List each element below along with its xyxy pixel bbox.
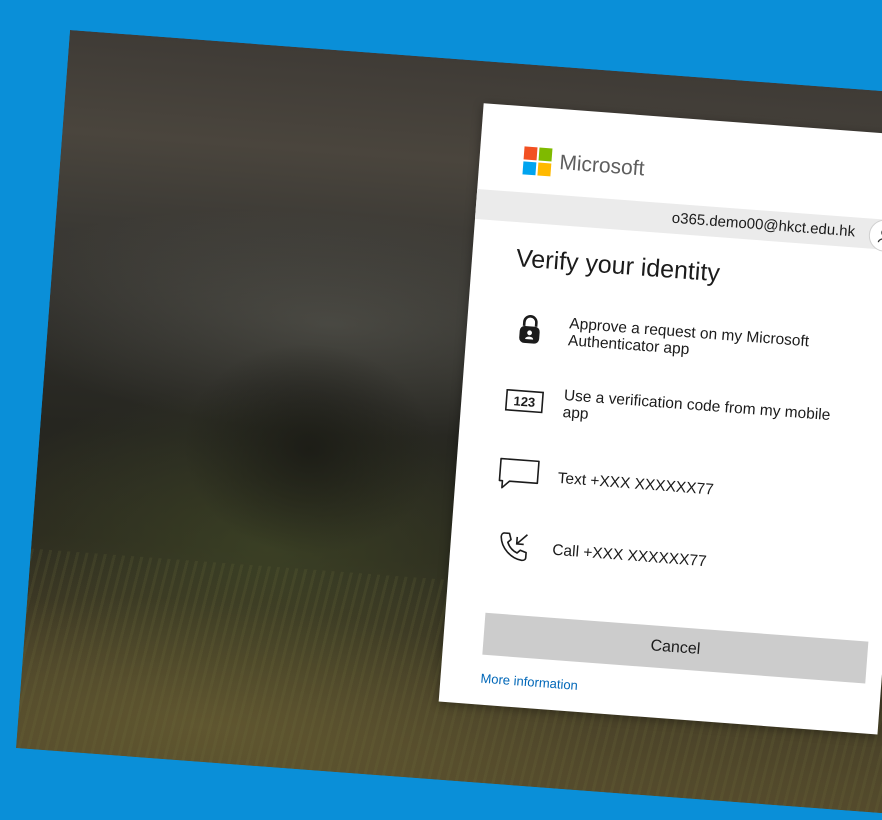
option-label: Text +XXX XXXXXX77 — [557, 469, 715, 499]
sms-message-icon — [494, 453, 543, 496]
verification-code-icon-text: 123 — [513, 393, 536, 410]
option-verification-code[interactable]: 123 Use a verification code from my mobi… — [499, 371, 882, 456]
logo-square-red — [523, 146, 538, 161]
microsoft-logo-icon — [522, 146, 553, 177]
microsoft-logo: Microsoft — [522, 146, 645, 183]
cancel-button[interactable]: Cancel — [482, 612, 869, 684]
account-email: o365.demo00@hkct.edu.hk — [671, 209, 856, 241]
option-authenticator-approve[interactable]: Approve a request on my Microsoft Authen… — [505, 300, 882, 385]
option-text-message[interactable]: Text +XXX XXXXXX77 — [494, 445, 882, 530]
more-information-link[interactable]: More information — [480, 671, 578, 693]
verification-code-icon: 123 — [500, 379, 549, 422]
identity-banner: o365.demo00@hkct.edu.hk — [474, 188, 882, 253]
phone-call-icon — [489, 525, 538, 568]
tilted-screen: Microsoft o365.demo00@hkct.edu.hk Verify… — [16, 30, 882, 819]
logo-square-green — [538, 147, 553, 162]
authenticator-lock-icon — [505, 308, 554, 351]
option-label: Call +XXX XXXXXX77 — [551, 541, 708, 570]
option-phone-call[interactable]: Call +XXX XXXXXX77 — [488, 517, 881, 602]
verify-identity-dialog: Microsoft o365.demo00@hkct.edu.hk Verify… — [438, 103, 882, 735]
page-title: Verify your identity — [515, 244, 721, 288]
option-label: Approve a request on my Microsoft Authen… — [567, 315, 810, 359]
logo-square-blue — [522, 161, 537, 176]
person-icon — [877, 228, 882, 244]
account-switch-icon[interactable] — [867, 218, 882, 253]
brand-name: Microsoft — [558, 151, 646, 181]
stage: Microsoft o365.demo00@hkct.edu.hk Verify… — [0, 0, 882, 820]
option-label: Use a verification code from my mobile a… — [562, 387, 831, 425]
logo-square-yellow — [537, 162, 552, 177]
